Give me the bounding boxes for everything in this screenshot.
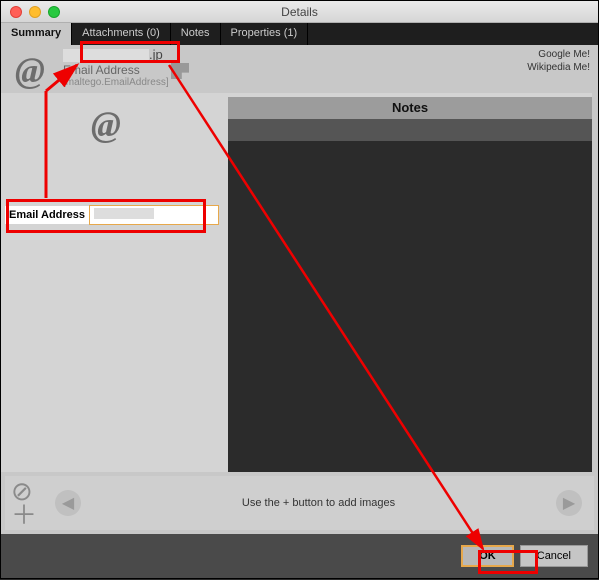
chevron-left-icon: ◀ (62, 493, 74, 513)
at-icon: @ (15, 49, 45, 91)
tab-properties[interactable]: Properties (1) (221, 23, 309, 45)
entity-type: [maltego.EmailAddress] (63, 77, 169, 88)
at-icon-large: @ (91, 103, 121, 145)
notes-toolbar (228, 119, 592, 141)
annotation-box-field (6, 199, 206, 233)
image-strip-hint: Use the + button to add images (93, 497, 544, 509)
window-title: Details (1, 5, 598, 19)
notes-panel: Notes (228, 97, 592, 472)
window: Details Summary Attachments (0) Notes Pr… (0, 0, 599, 579)
entity-subtitle: Email Address (63, 63, 140, 77)
annotation-box-ok (478, 550, 538, 574)
next-image-button[interactable]: ▶ (556, 490, 582, 516)
prev-image-button[interactable]: ◀ (55, 490, 81, 516)
plus-icon[interactable]: ＋ (11, 503, 37, 527)
bookmark-icon[interactable] (171, 63, 189, 79)
right-pane: Notes (222, 93, 592, 472)
annotation-box-title (80, 41, 180, 63)
titlebar: Details (1, 1, 598, 23)
image-strip-left-tools: ⊘ ＋ (11, 479, 37, 527)
wikipedia-me-link[interactable]: Wikipedia Me! (527, 62, 590, 73)
chevron-right-icon: ▶ (563, 493, 575, 513)
image-strip: ⊘ ＋ ◀ Use the + button to add images ▶ (5, 476, 594, 530)
left-pane: @ Email Address (1, 93, 222, 472)
google-me-link[interactable]: Google Me! (527, 49, 590, 60)
body: @ .jp Email Address [maltego.EmailAddres… (1, 45, 598, 534)
external-links: Google Me! Wikipedia Me! (527, 49, 590, 75)
tab-summary[interactable]: Summary (1, 23, 72, 45)
notes-title: Notes (228, 97, 592, 119)
